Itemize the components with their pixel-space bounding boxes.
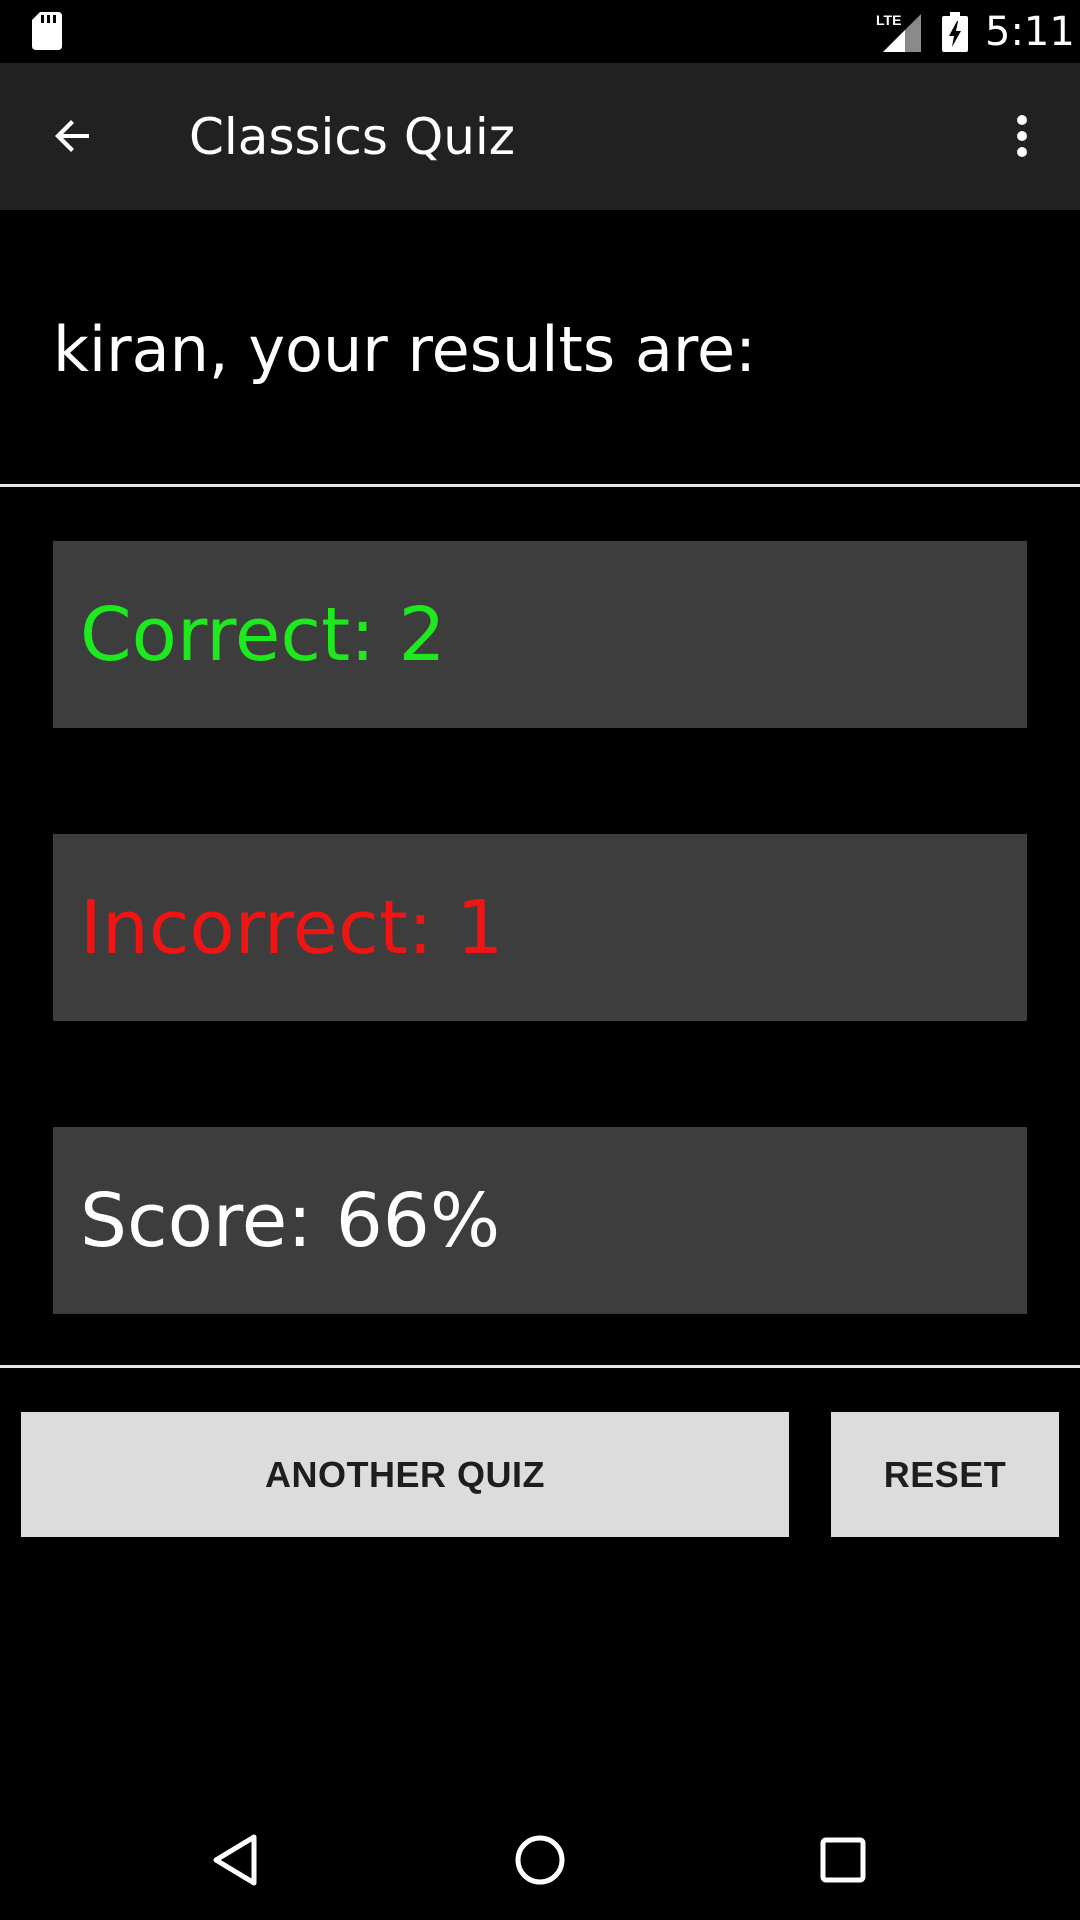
results-heading: kiran, your results are:: [53, 313, 757, 386]
reset-button[interactable]: RESET: [831, 1412, 1059, 1537]
app-bar: Classics Quiz: [0, 63, 1080, 210]
nav-back-button[interactable]: [200, 1825, 270, 1895]
more-vert-icon: [1017, 115, 1027, 157]
nav-home-button[interactable]: [505, 1825, 575, 1895]
incorrect-count-panel: Incorrect: 1: [53, 834, 1027, 1021]
correct-count-text: Correct: 2: [80, 591, 446, 678]
nav-back-icon: [213, 1834, 257, 1886]
back-button[interactable]: [38, 106, 108, 166]
navigation-bar: [0, 1800, 1080, 1920]
arrow-left-icon: [55, 120, 89, 152]
nav-recents-button[interactable]: [808, 1825, 878, 1895]
page-title: Classics Quiz: [189, 108, 516, 166]
lte-signal-icon: LTE: [876, 12, 921, 52]
correct-count-panel: Correct: 2: [53, 541, 1027, 728]
incorrect-count-text: Incorrect: 1: [80, 884, 504, 971]
battery-charging-icon: [942, 12, 968, 52]
score-panel: Score: 66%: [53, 1127, 1027, 1314]
status-bar: LTE 5:11: [0, 0, 1080, 63]
svg-text:LTE: LTE: [876, 12, 901, 28]
divider: [0, 1365, 1080, 1368]
status-time: 5:11: [985, 9, 1075, 55]
nav-recents-icon: [820, 1837, 866, 1883]
divider: [0, 484, 1080, 487]
sd-card-icon: [32, 12, 62, 50]
another-quiz-button[interactable]: ANOTHER QUIZ: [21, 1412, 789, 1537]
overflow-menu-button[interactable]: [1000, 106, 1044, 166]
nav-home-icon: [515, 1835, 565, 1885]
score-text: Score: 66%: [80, 1177, 501, 1264]
quiz-results-screen: LTE 5:11 Classics Quiz kiran, your resul…: [0, 0, 1080, 1920]
